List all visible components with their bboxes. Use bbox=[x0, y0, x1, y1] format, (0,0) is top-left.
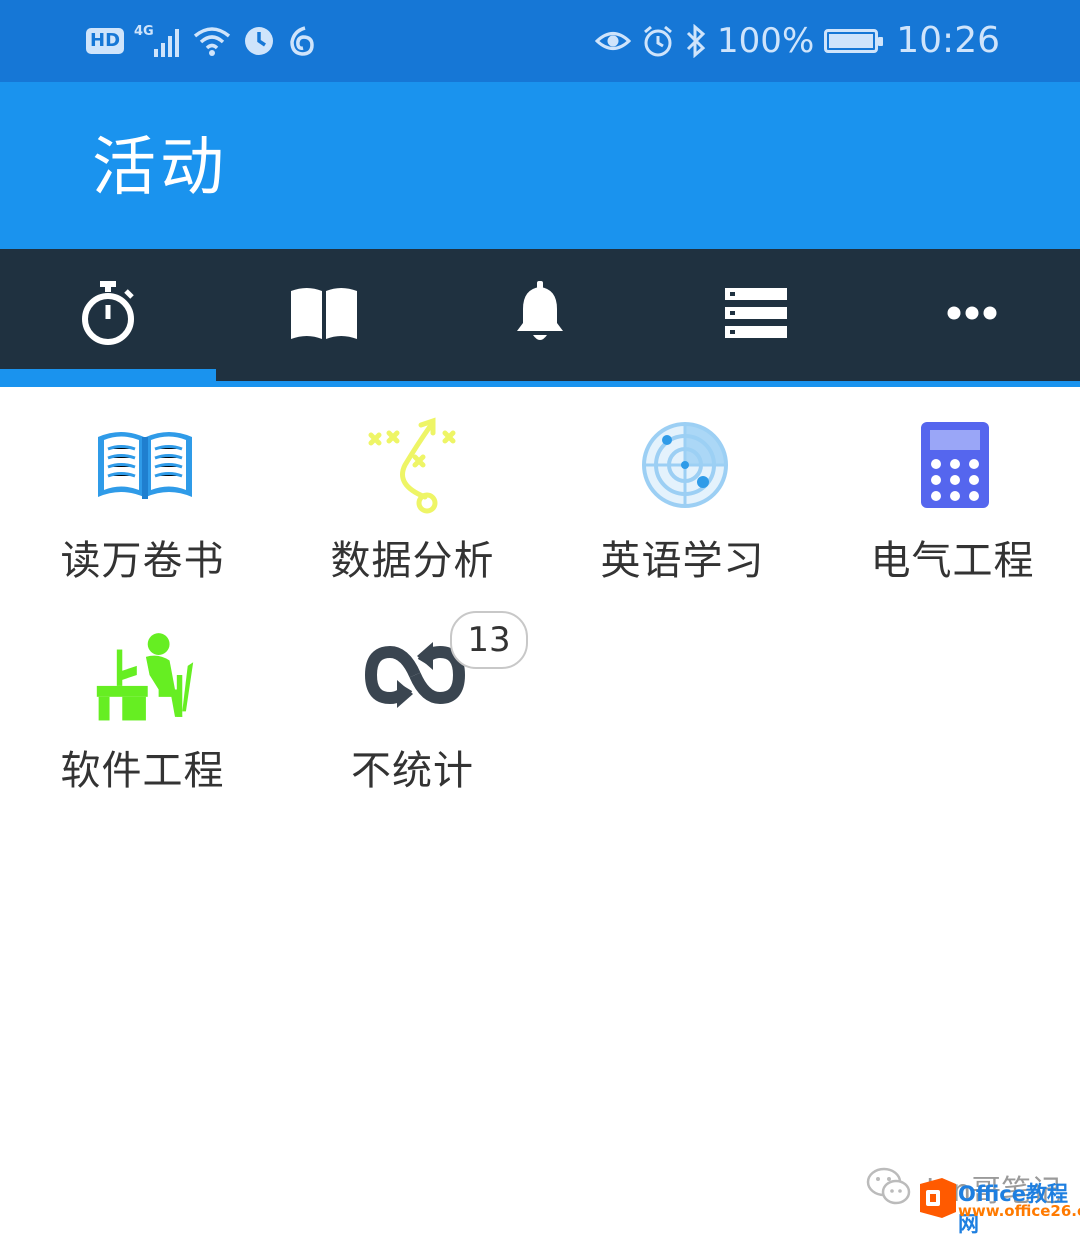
watermark: lyn哥笔记 Office教程网 www.office26.com bbox=[866, 1160, 1080, 1236]
signal-icon: 4G bbox=[134, 23, 182, 59]
activity-label: 软件工程 bbox=[60, 748, 225, 794]
status-right: 100% 10:26 bbox=[595, 18, 1000, 64]
bluetooth-icon bbox=[685, 24, 707, 58]
activity-label: 读万卷书 bbox=[60, 538, 225, 584]
hd-icon: HD bbox=[86, 28, 125, 54]
open-book-icon bbox=[289, 285, 359, 345]
activity-label: 不统计 bbox=[351, 748, 474, 794]
activity-electrical-engineering[interactable]: 电气工程 bbox=[810, 400, 1080, 600]
office-logo-icon bbox=[916, 1176, 960, 1220]
tab-list[interactable] bbox=[648, 249, 864, 381]
activity-data-analysis[interactable]: 数据分析 bbox=[270, 400, 540, 600]
tab-books[interactable] bbox=[216, 249, 432, 381]
book-icon bbox=[95, 415, 195, 515]
stopwatch-icon bbox=[78, 279, 138, 351]
status-bar: HD 4G 100% 10:26 bbox=[0, 0, 1080, 82]
page-title: 活动 bbox=[92, 131, 228, 205]
tab-notifications[interactable] bbox=[432, 249, 648, 381]
status-left: HD 4G bbox=[86, 18, 318, 64]
tab-bar bbox=[0, 249, 1080, 381]
selected-tab-indicator bbox=[0, 369, 216, 381]
battery-percentage: 100% bbox=[717, 21, 815, 61]
strategy-icon bbox=[365, 415, 465, 515]
bell-icon bbox=[514, 281, 566, 349]
alarm-icon bbox=[641, 24, 675, 58]
more-icon bbox=[947, 305, 997, 325]
eye-comfort-icon bbox=[595, 26, 632, 56]
programmer-icon bbox=[95, 625, 195, 725]
list-icon bbox=[725, 288, 787, 342]
activity-label: 数据分析 bbox=[330, 538, 495, 584]
tab-timer[interactable] bbox=[0, 249, 216, 381]
app-notification-icon bbox=[242, 24, 276, 58]
app-bar: 活动 bbox=[0, 82, 1080, 249]
radar-icon bbox=[635, 415, 735, 515]
clock: 10:26 bbox=[896, 20, 1000, 61]
activity-label: 电气工程 bbox=[870, 538, 1035, 584]
activity-label: 英语学习 bbox=[600, 538, 765, 584]
calculator-icon bbox=[905, 415, 1005, 515]
netease-music-icon bbox=[286, 24, 318, 58]
activity-english-study[interactable]: 英语学习 bbox=[540, 400, 810, 600]
wifi-icon bbox=[192, 24, 232, 58]
wechat-icon bbox=[866, 1166, 912, 1210]
battery-icon bbox=[824, 29, 884, 53]
network-type-label: 4G bbox=[134, 24, 154, 39]
battery-level-fill bbox=[829, 34, 874, 48]
tab-bar-underline bbox=[0, 381, 1080, 387]
activity-read-books[interactable]: 读万卷书 bbox=[0, 400, 270, 600]
activity-software-engineering[interactable]: 软件工程 bbox=[0, 610, 270, 810]
watermark-url: www.office26.com bbox=[958, 1202, 1080, 1220]
tab-more[interactable] bbox=[864, 249, 1080, 381]
count-badge: 13 bbox=[450, 611, 528, 669]
